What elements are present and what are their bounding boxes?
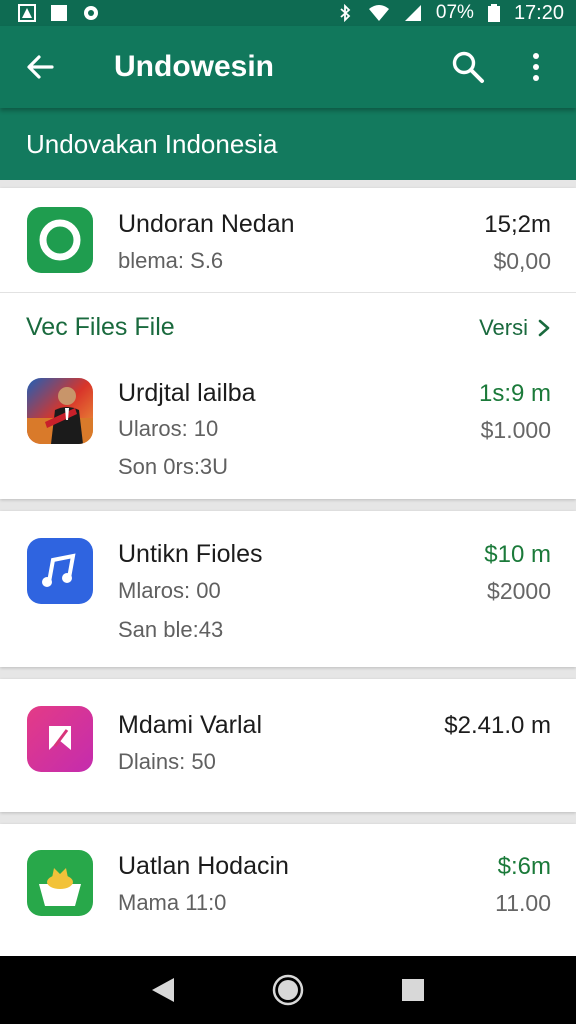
nav-home-icon — [272, 974, 304, 1006]
item-title: Undoran Nedan — [118, 210, 295, 238]
item-subtitle-2: Son 0rs:3U — [118, 454, 229, 479]
item-subtitle-2: San ble:43 — [118, 617, 224, 642]
chevron-right-icon — [538, 319, 550, 337]
section-header: Vec Files File Versi — [0, 292, 576, 342]
item-subtitle: Mama 11:0 — [118, 890, 227, 915]
item-price-secondary: 11.00 — [495, 890, 551, 916]
square-notification-icon — [51, 5, 67, 21]
arrow-left-icon — [27, 55, 54, 79]
overflow-menu-button[interactable] — [514, 45, 558, 89]
list-item[interactable]: Undoran Nedan blema: S.6 15;2m $0,00 — [0, 188, 576, 288]
music-note-icon — [27, 538, 93, 604]
item-price-secondary: $2000 — [487, 578, 551, 604]
crown-box-icon — [27, 850, 93, 916]
item-title: Uatlan Hodacin — [118, 852, 289, 880]
clock: 17:20 — [513, 1, 564, 24]
battery-icon — [487, 4, 500, 22]
item-price: 1s:9 m — [478, 380, 551, 407]
signal-icon — [404, 5, 421, 21]
search-icon — [452, 51, 484, 83]
item-price: $10 m — [484, 541, 551, 568]
section-title: Vec Files File — [26, 313, 175, 341]
bluetooth-icon — [340, 4, 351, 22]
warning-notification-icon — [18, 4, 36, 22]
status-right: 07% 17:20 — [336, 2, 564, 25]
item-title: Urdjtal lailba — [118, 379, 256, 407]
status-left-icons — [18, 4, 100, 22]
card-item: Untikn Fioles Mlaros: 00 San ble:43 $10 … — [0, 511, 576, 667]
section-link-label: Versi — [479, 315, 528, 340]
list-item[interactable]: Urdjtal lailba Ularos: 10 Son 0rs:3U 1s:… — [0, 364, 576, 494]
item-price: $:6m — [497, 853, 551, 880]
circle-ring-icon — [27, 207, 93, 273]
page-title: Undowesin — [114, 50, 275, 83]
back-button[interactable] — [18, 45, 62, 89]
content-list: Undoran Nedan blema: S.6 15;2m $0,00 Vec… — [0, 180, 576, 956]
item-subtitle: Mlaros: 00 — [118, 578, 221, 603]
item-subtitle: Dlains: 50 — [118, 749, 216, 774]
nav-recents-icon — [402, 979, 425, 1001]
more-vert-icon — [533, 53, 539, 81]
person-photo-icon — [27, 378, 93, 444]
item-price: $2.41.0 m — [444, 712, 551, 739]
status-bar: 07% 17:20 — [0, 0, 576, 26]
list-item[interactable]: Uatlan Hodacin Mama 11:0 $:6m 11.00 — [0, 824, 576, 956]
item-price-secondary: $0,00 — [493, 248, 551, 274]
search-button[interactable] — [446, 45, 490, 89]
nav-back-button[interactable] — [138, 965, 188, 1015]
list-item[interactable]: Mdami Varlal Dlains: 50 $2.41.0 m — [0, 679, 576, 812]
nav-recents-button[interactable] — [388, 965, 438, 1015]
list-item[interactable]: Untikn Fioles Mlaros: 00 San ble:43 $10 … — [0, 511, 576, 667]
item-subtitle: Ularos: 10 — [118, 416, 219, 441]
item-price-secondary: $1.000 — [480, 417, 551, 443]
sub-header: Undovakan Indonesia — [0, 108, 576, 180]
card-item: Uatlan Hodacin Mama 11:0 $:6m 11.00 — [0, 824, 576, 956]
item-price: 15;2m — [484, 211, 551, 238]
battery-percent: 07% — [435, 2, 474, 23]
item-subtitle: blema: S.6 — [118, 248, 224, 273]
item-title: Mdami Varlal — [118, 711, 263, 739]
wifi-icon — [368, 5, 389, 21]
item-title: Untikn Fioles — [118, 540, 263, 568]
card-top: Undoran Nedan blema: S.6 15;2m $0,00 Vec… — [0, 188, 576, 499]
card-item: Mdami Varlal Dlains: 50 $2.41.0 m — [0, 679, 576, 812]
sub-header-title: Undovakan Indonesia — [26, 128, 278, 159]
app-bar: Undowesin — [0, 26, 576, 108]
pink-app-icon — [27, 706, 93, 772]
system-navigation-bar — [0, 956, 576, 1024]
circle-notification-icon — [84, 6, 98, 20]
nav-home-button[interactable] — [263, 965, 313, 1015]
section-more-link[interactable]: Versi — [479, 315, 550, 341]
nav-back-icon — [151, 978, 174, 1002]
